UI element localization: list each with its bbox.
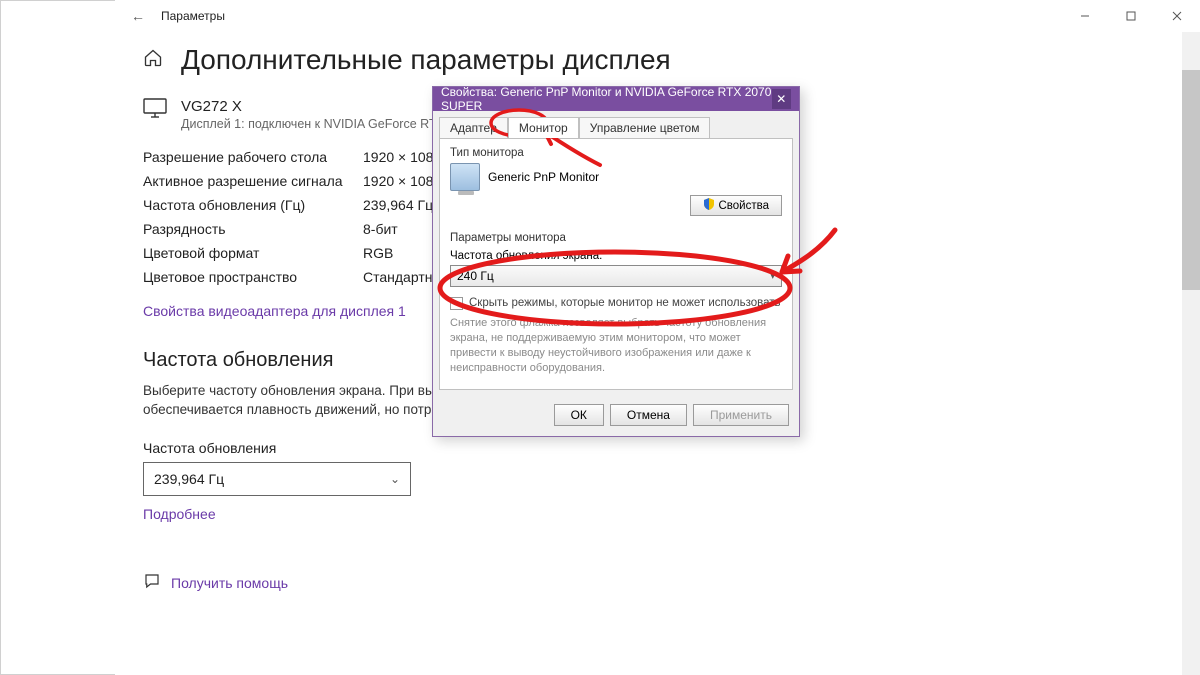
info-label: Частота обновления (Гц) [143, 197, 363, 213]
info-label: Разрешение рабочего стола [143, 149, 363, 165]
more-link[interactable]: Подробнее [143, 506, 216, 522]
screen-refresh-value: 240 Гц [457, 269, 494, 283]
refresh-combo-value: 239,964 Гц [154, 471, 224, 487]
cancel-button[interactable]: Отмена [610, 404, 687, 426]
monitor-icon [143, 98, 167, 131]
adapter-properties-link[interactable]: Свойства видеоадаптера для дисплея 1 [143, 303, 406, 319]
hide-modes-label: Скрыть режимы, которые монитор не может … [469, 297, 781, 309]
info-value: RGB [363, 245, 393, 261]
info-label: Цветовое пространство [143, 269, 363, 285]
hide-modes-checkbox[interactable] [450, 297, 463, 310]
info-value: 1920 × 1080 [363, 173, 441, 189]
screen-refresh-dropdown[interactable]: 240 Гц ▾ [450, 265, 782, 287]
chevron-down-icon: ⌄ [390, 472, 400, 486]
chat-bubble-icon [143, 572, 161, 595]
info-label: Цветовой формат [143, 245, 363, 261]
info-value: 1920 × 1080 [363, 149, 441, 165]
window-title: Параметры [161, 9, 225, 23]
tab-monitor[interactable]: Монитор [508, 117, 579, 138]
page-title: Дополнительные параметры дисплея [181, 44, 671, 76]
minimize-button[interactable] [1062, 0, 1108, 32]
get-help-link[interactable]: Получить помощь [171, 575, 288, 591]
refresh-combo-label: Частота обновления [143, 440, 1150, 456]
tab-adapter[interactable]: Адаптер [439, 117, 508, 138]
info-value: 239,964 Гц [363, 197, 433, 213]
dialog-close-button[interactable]: ✕ [772, 89, 791, 109]
monitor-properties-dialog: Свойства: Generic PnP Monitor и NVIDIA G… [432, 86, 800, 437]
ok-button[interactable]: ОК [554, 404, 604, 426]
dropdown-arrow-icon: ▾ [770, 271, 775, 282]
apply-button[interactable]: Применить [693, 404, 789, 426]
maximize-button[interactable] [1108, 0, 1154, 32]
back-button[interactable]: ← [115, 8, 161, 24]
info-label: Активное разрешение сигнала [143, 173, 363, 189]
info-value: 8-бит [363, 221, 398, 237]
tab-color-management[interactable]: Управление цветом [579, 117, 711, 138]
screen-refresh-label: Частота обновления экрана: [450, 250, 782, 262]
monitor-device-name: Generic PnP Monitor [488, 170, 599, 184]
close-button[interactable] [1154, 0, 1200, 32]
refresh-rate-combo[interactable]: 239,964 Гц ⌄ [143, 462, 411, 496]
monitor-device-icon [450, 163, 480, 191]
monitor-params-group: Параметры монитора [450, 232, 782, 244]
home-icon[interactable] [143, 48, 163, 73]
settings-titlebar: ← Параметры [115, 0, 1200, 32]
uac-shield-icon [703, 198, 715, 213]
hide-modes-hint: Снятие этого флажка позволяет выбрать ча… [450, 316, 782, 375]
info-label: Разрядность [143, 221, 363, 237]
device-properties-button[interactable]: Свойства [690, 195, 783, 216]
monitor-type-group: Тип монитора [450, 147, 782, 159]
dialog-titlebar[interactable]: Свойства: Generic PnP Monitor и NVIDIA G… [433, 87, 799, 111]
scrollbar-thumb[interactable] [1182, 70, 1200, 290]
dialog-title: Свойства: Generic PnP Monitor и NVIDIA G… [441, 85, 772, 113]
